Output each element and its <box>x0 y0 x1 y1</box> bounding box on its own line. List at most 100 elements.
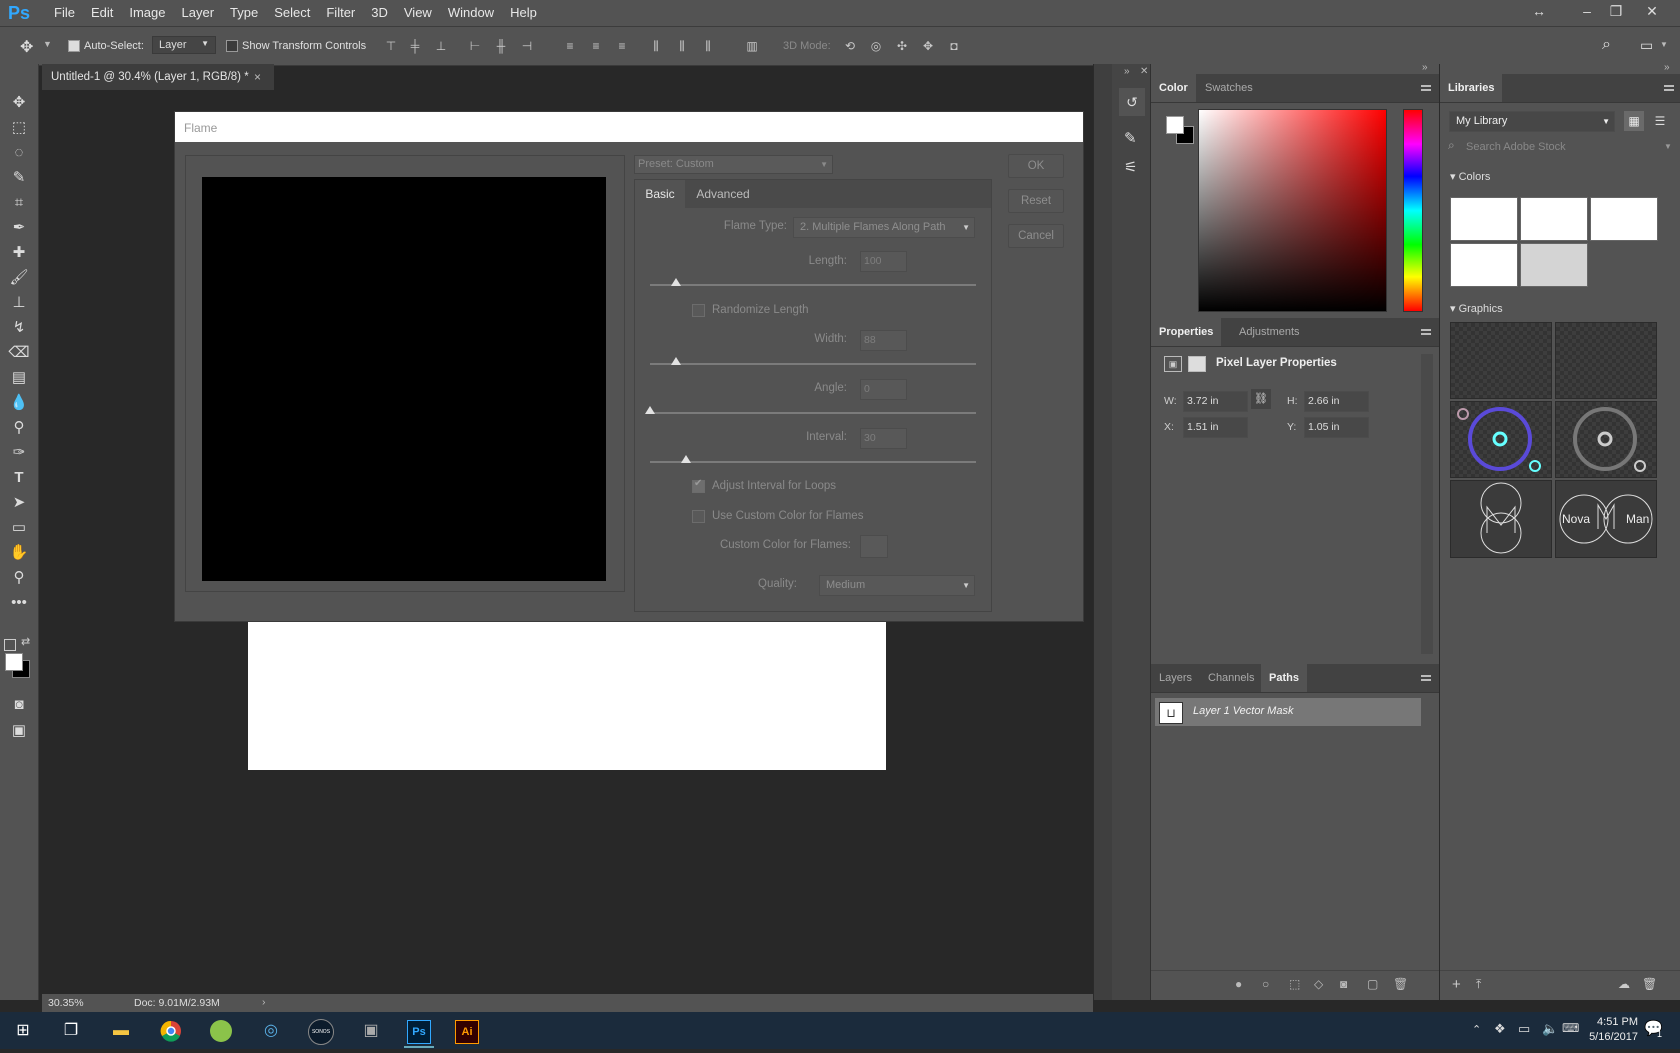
workspace-icon[interactable]: ▭ <box>1640 37 1653 54</box>
panel-menu-icon[interactable] <box>1421 675 1431 681</box>
load-selection-icon[interactable]: ⬚ <box>1289 977 1300 991</box>
auto-align-icon[interactable]: ▥ <box>745 39 759 53</box>
sonos-icon[interactable]: SONOS <box>306 1016 336 1046</box>
marquee-tool-icon[interactable]: ⬚ <box>7 117 31 139</box>
library-graphic-ring-blue[interactable] <box>1450 401 1552 478</box>
menu-filter[interactable]: Filter <box>318 0 363 26</box>
use-custom-color-checkbox[interactable] <box>692 510 705 523</box>
menu-window[interactable]: Window <box>440 0 502 26</box>
type-tool-icon[interactable]: T <box>7 467 31 489</box>
app-green-icon[interactable] <box>206 1016 236 1046</box>
auto-select-checkbox[interactable] <box>68 38 80 52</box>
screen-mode-icon[interactable]: ▣ <box>7 720 31 742</box>
grid-view-icon[interactable]: ▦ <box>1624 111 1644 131</box>
graphics-section-header[interactable]: ▾ Graphics <box>1450 302 1503 315</box>
distribute-right-icon[interactable]: ⫼ <box>701 39 715 53</box>
library-graphic[interactable] <box>1555 322 1657 399</box>
tab-paths[interactable]: Paths <box>1261 664 1307 692</box>
interval-slider-thumb[interactable] <box>680 455 691 463</box>
y-field[interactable]: 1.05 in <box>1304 417 1369 438</box>
flame-preview[interactable] <box>202 177 606 581</box>
resize-icon[interactable]: ↔ <box>1525 0 1553 22</box>
lasso-tool-icon[interactable]: ◌ <box>7 142 31 164</box>
history-brush-tool-icon[interactable]: ↯ <box>7 317 31 339</box>
align-vcenter-icon[interactable]: ╪ <box>408 39 422 53</box>
tab-libraries[interactable]: Libraries <box>1440 74 1503 102</box>
file-explorer-icon[interactable]: ▬ <box>106 1016 136 1046</box>
default-colors-icon[interactable] <box>4 639 16 651</box>
align-left-icon[interactable]: ⊢ <box>468 39 482 53</box>
vertical-scrollbar[interactable] <box>1093 64 1113 1000</box>
angle-input[interactable]: 0 <box>860 379 907 400</box>
gradient-tool-icon[interactable]: ▤ <box>7 367 31 389</box>
distribute-top-icon[interactable]: ≡ <box>563 39 577 53</box>
tool-preset-chevron-icon[interactable]: ▼ <box>43 39 52 49</box>
library-color-swatch[interactable] <box>1520 197 1588 241</box>
brush-settings-icon[interactable]: ⚟ <box>1124 158 1137 176</box>
quality-dropdown[interactable]: Medium ▼ <box>819 575 975 596</box>
width-slider[interactable] <box>650 357 976 365</box>
flame-type-dropdown[interactable]: 2. Multiple Flames Along Path ▼ <box>793 217 975 238</box>
healing-brush-tool-icon[interactable]: ✚ <box>7 242 31 264</box>
library-color-swatch[interactable] <box>1590 197 1658 241</box>
stock-search-input[interactable]: Search Adobe Stock <box>1466 141 1566 153</box>
3d-rotate-icon[interactable]: ⟲ <box>843 39 857 53</box>
hue-slider[interactable] <box>1403 109 1423 312</box>
library-graphic-ring-gray[interactable] <box>1555 401 1657 478</box>
search-chevron-icon[interactable]: ▼ <box>1664 142 1672 151</box>
height-field[interactable]: 2.66 in <box>1304 391 1369 412</box>
more-tools-icon[interactable]: ••• <box>7 592 31 614</box>
keyboard-icon[interactable]: ⌨ <box>1562 1021 1579 1035</box>
length-input[interactable]: 100 <box>860 251 907 272</box>
panel-menu-icon[interactable] <box>1421 329 1431 335</box>
list-view-icon[interactable]: ☰ <box>1650 111 1670 131</box>
fill-path-icon[interactable]: ● <box>1235 977 1242 991</box>
path-selection-tool-icon[interactable]: ➤ <box>7 492 31 514</box>
menu-file[interactable]: File <box>46 0 83 26</box>
move-tool-icon[interactable]: ✥ <box>7 92 31 114</box>
tab-channels[interactable]: Channels <box>1200 664 1262 692</box>
menu-select[interactable]: Select <box>266 0 318 26</box>
panel-menu-icon[interactable] <box>1664 85 1674 91</box>
add-content-icon[interactable]: + <box>1452 976 1461 993</box>
brush-tool-icon[interactable]: 🖌 <box>7 267 31 289</box>
link-icon[interactable]: ⛓ <box>1251 389 1271 409</box>
pen-tool-icon[interactable]: ✑ <box>7 442 31 464</box>
quick-select-tool-icon[interactable]: ✎ <box>7 167 31 189</box>
library-color-swatch[interactable] <box>1520 243 1588 287</box>
tab-swatches[interactable]: Swatches <box>1197 74 1261 102</box>
foreground-color-chip[interactable] <box>1166 116 1184 134</box>
menu-help[interactable]: Help <box>502 0 545 26</box>
illustrator-taskbar-icon[interactable]: Ai <box>452 1016 482 1046</box>
align-right-icon[interactable]: ⊣ <box>520 39 534 53</box>
library-color-swatch[interactable] <box>1450 243 1518 287</box>
add-mask-icon[interactable]: ◙ <box>1340 977 1347 991</box>
length-slider-thumb[interactable] <box>671 278 682 286</box>
menu-type[interactable]: Type <box>222 0 266 26</box>
zoom-tool-icon[interactable]: ⚲ <box>7 567 31 589</box>
distribute-left-icon[interactable]: ⫼ <box>649 39 663 53</box>
delete-path-icon[interactable]: 🗑 <box>1393 977 1408 991</box>
collapse-libraries-icon[interactable]: » <box>1664 62 1670 73</box>
history-panel-icon[interactable]: ↺ <box>1119 88 1145 116</box>
ok-button[interactable]: OK <box>1008 154 1064 178</box>
collapse-panels-icon[interactable]: » <box>1422 62 1428 73</box>
library-graphic[interactable] <box>1450 322 1552 399</box>
app-blue-icon[interactable]: ◎ <box>256 1016 286 1046</box>
show-transform-checkbox[interactable] <box>226 38 238 52</box>
tab-adjustments[interactable]: Adjustments <box>1231 318 1308 346</box>
eyedropper-tool-icon[interactable]: ✒ <box>7 217 31 239</box>
angle-slider-thumb[interactable] <box>645 406 655 414</box>
menu-3d[interactable]: 3D <box>363 0 396 26</box>
color-picker-field[interactable] <box>1198 109 1387 312</box>
stroke-path-icon[interactable]: ○ <box>1262 977 1269 991</box>
distribute-hcenter-icon[interactable]: ⫼ <box>675 39 689 53</box>
path-row[interactable]: ⊔ Layer 1 Vector Mask <box>1155 698 1421 726</box>
close-window-button[interactable]: ✕ <box>1638 0 1666 22</box>
document-tab[interactable]: Untitled-1 @ 30.4% (Layer 1, RGB/8) * × <box>42 64 274 92</box>
align-top-icon[interactable]: ⊤ <box>384 39 398 53</box>
colors-section-header[interactable]: ▾ Colors <box>1450 170 1490 183</box>
auto-select-target-dropdown[interactable]: Layer ▼ <box>152 36 216 54</box>
width-field[interactable]: 3.72 in <box>1183 391 1248 412</box>
swap-colors-icon[interactable]: ⇄ <box>21 635 30 648</box>
